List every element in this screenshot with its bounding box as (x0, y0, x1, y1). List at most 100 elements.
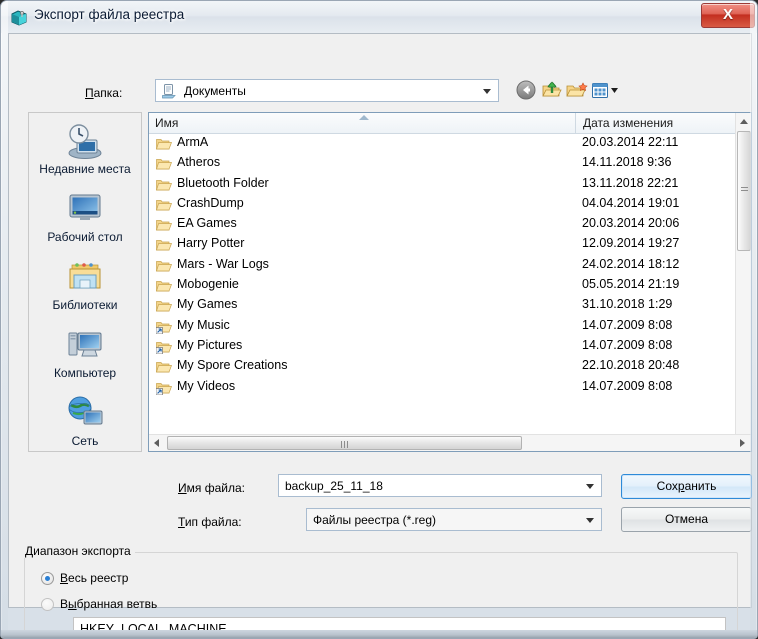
places-bar: Недавние места Рабочий стол Библиотеки К… (28, 112, 142, 452)
folder-combobox[interactable]: Документы (155, 79, 499, 102)
table-row[interactable]: Mobogenie 05.05.2014 21:19 (149, 276, 735, 296)
file-date: 24.02.2014 18:12 (582, 256, 680, 271)
sidebar-item-label: Недавние места (39, 162, 131, 176)
file-date: 20.03.2014 20:06 (582, 216, 680, 231)
sidebar-item-network[interactable]: Сеть (29, 393, 141, 448)
folder-shortcut-icon (155, 320, 173, 335)
file-date: 14.07.2009 8:08 (582, 378, 673, 393)
sidebar-item-libraries[interactable]: Библиотеки (29, 257, 141, 312)
chevron-down-icon (586, 484, 594, 489)
folder-shortcut-icon (155, 340, 173, 355)
table-row[interactable]: My Music 14.07.2009 8:08 (149, 317, 735, 337)
vertical-scrollbar-thumb[interactable] (737, 131, 751, 251)
sidebar-item-label: Сеть (71, 434, 99, 448)
file-name: ArmA (177, 135, 209, 149)
file-rows: ArmA 20.03.2014 22:11 Atheros 14.11.2018 9… (149, 134, 735, 431)
file-date: 14.07.2009 8:08 (582, 317, 673, 332)
column-header-date-label: Дата изменения (583, 116, 674, 130)
export-range-title: Диапазон экспорта (21, 544, 135, 558)
file-date: 05.05.2014 21:19 (582, 277, 680, 292)
file-name: CrashDump (177, 195, 244, 210)
folder-icon (156, 218, 173, 232)
file-name: Harry Potter (177, 236, 245, 251)
file-name: My Games (177, 297, 238, 312)
scrollbar-grip-icon (340, 441, 349, 448)
file-name: My Pictures (177, 337, 243, 352)
cancel-button[interactable]: Отмена (621, 507, 752, 532)
sidebar-item-label: Библиотеки (52, 298, 118, 312)
save-button[interactable]: Сохранить (621, 474, 752, 499)
regedit-icon (10, 8, 28, 26)
filetype-combobox-value: Файлы реестра (*.reg) (313, 513, 436, 527)
folder-icon (156, 137, 173, 151)
export-registry-dialog: Экспорт файла реестра X Папка: Документы (0, 0, 758, 639)
table-row[interactable]: Mars - War Logs 24.02.2014 18:12 (149, 256, 735, 276)
table-row[interactable]: Atheros 14.11.2018 9:36 (149, 154, 735, 174)
sidebar-item-label: Компьютер (53, 366, 117, 380)
sidebar-item-recent-places[interactable]: Недавние места (29, 121, 141, 176)
table-row[interactable]: Bluetooth Folder 13.11.2018 22:21 (149, 175, 735, 195)
sidebar-item-desktop[interactable]: Рабочий стол (29, 189, 141, 244)
window-title: Экспорт файла реестра (34, 7, 185, 22)
chevron-down-icon (586, 518, 594, 523)
views-button[interactable] (590, 79, 622, 102)
filetype-label: Тип файла: (178, 515, 242, 529)
sort-ascending-icon (359, 115, 369, 120)
back-button[interactable] (515, 79, 539, 102)
file-date: 04.04.2014 19:01 (582, 195, 680, 210)
table-row[interactable]: My Spore Creations 22.10.2018 20:48 (149, 357, 735, 377)
folder-icon (156, 360, 173, 374)
file-name: Mars - War Logs (177, 256, 269, 271)
scrollbar-grip-icon (741, 187, 748, 193)
libraries-icon (64, 257, 106, 297)
horizontal-scrollbar-thumb[interactable] (167, 436, 522, 450)
window-border-bottom (1, 630, 757, 638)
filename-combobox[interactable]: backup_25_11_18 (278, 474, 602, 497)
horizontal-scrollbar[interactable] (149, 434, 751, 451)
file-name: My Music (177, 317, 230, 332)
file-list: Имя Дата изменения ArmA 20.03.2014 22:11 … (148, 112, 752, 452)
window-border-left (1, 1, 8, 638)
table-row[interactable]: EA Games 20.03.2014 20:06 (149, 215, 735, 235)
recent-places-icon (64, 121, 106, 161)
vertical-scrollbar[interactable] (735, 113, 751, 451)
window-border-right (750, 1, 757, 638)
radio-selected-icon (41, 572, 54, 585)
column-header-date[interactable]: Дата изменения (576, 113, 751, 134)
title-bar: Экспорт файла реестра X (1, 1, 757, 33)
filetype-combobox[interactable]: Файлы реестра (*.reg) (306, 508, 602, 531)
folder-icon (156, 178, 173, 192)
file-name: Bluetooth Folder (177, 175, 269, 190)
column-header-name-label: Имя (155, 116, 179, 130)
scroll-right-button[interactable] (734, 435, 751, 451)
folder-icon (156, 259, 173, 273)
close-button[interactable]: X (701, 3, 755, 28)
folder-icon (156, 279, 173, 293)
table-row[interactable]: ArmA 20.03.2014 22:11 (149, 134, 735, 154)
folder-icon (156, 238, 173, 252)
folder-icon (156, 299, 173, 313)
radio-all-registry-label: Весь реестр (60, 571, 129, 585)
file-date: 22.10.2018 20:48 (582, 358, 680, 373)
table-row[interactable]: CrashDump 04.04.2014 19:01 (149, 195, 735, 215)
table-row[interactable]: My Pictures 14.07.2009 8:08 (149, 337, 735, 357)
file-name: Atheros (177, 155, 221, 170)
file-date: 14.11.2018 9:36 (582, 155, 672, 170)
radio-unselected-icon (41, 598, 54, 611)
radio-selected-branch-label: Выбранная ветвь (60, 597, 158, 611)
chevron-up-icon (740, 119, 748, 124)
chevron-right-icon (740, 439, 745, 447)
file-date: 14.07.2009 8:08 (582, 337, 673, 352)
scroll-left-button[interactable] (149, 435, 166, 451)
sidebar-item-computer[interactable]: Компьютер (29, 325, 141, 380)
file-date: 20.03.2014 22:11 (582, 135, 679, 149)
new-folder-button[interactable] (565, 79, 589, 102)
up-folder-button[interactable] (540, 79, 564, 102)
column-header-name[interactable]: Имя (149, 113, 576, 134)
table-row[interactable]: My Videos 14.07.2009 8:08 (149, 378, 735, 398)
folder-icon (156, 198, 173, 212)
file-name: My Videos (177, 378, 236, 393)
table-row[interactable]: Harry Potter 12.09.2014 19:27 (149, 235, 735, 255)
filename-input-value: backup_25_11_18 (285, 479, 383, 493)
table-row[interactable]: My Games 31.10.2018 1:29 (149, 296, 735, 316)
